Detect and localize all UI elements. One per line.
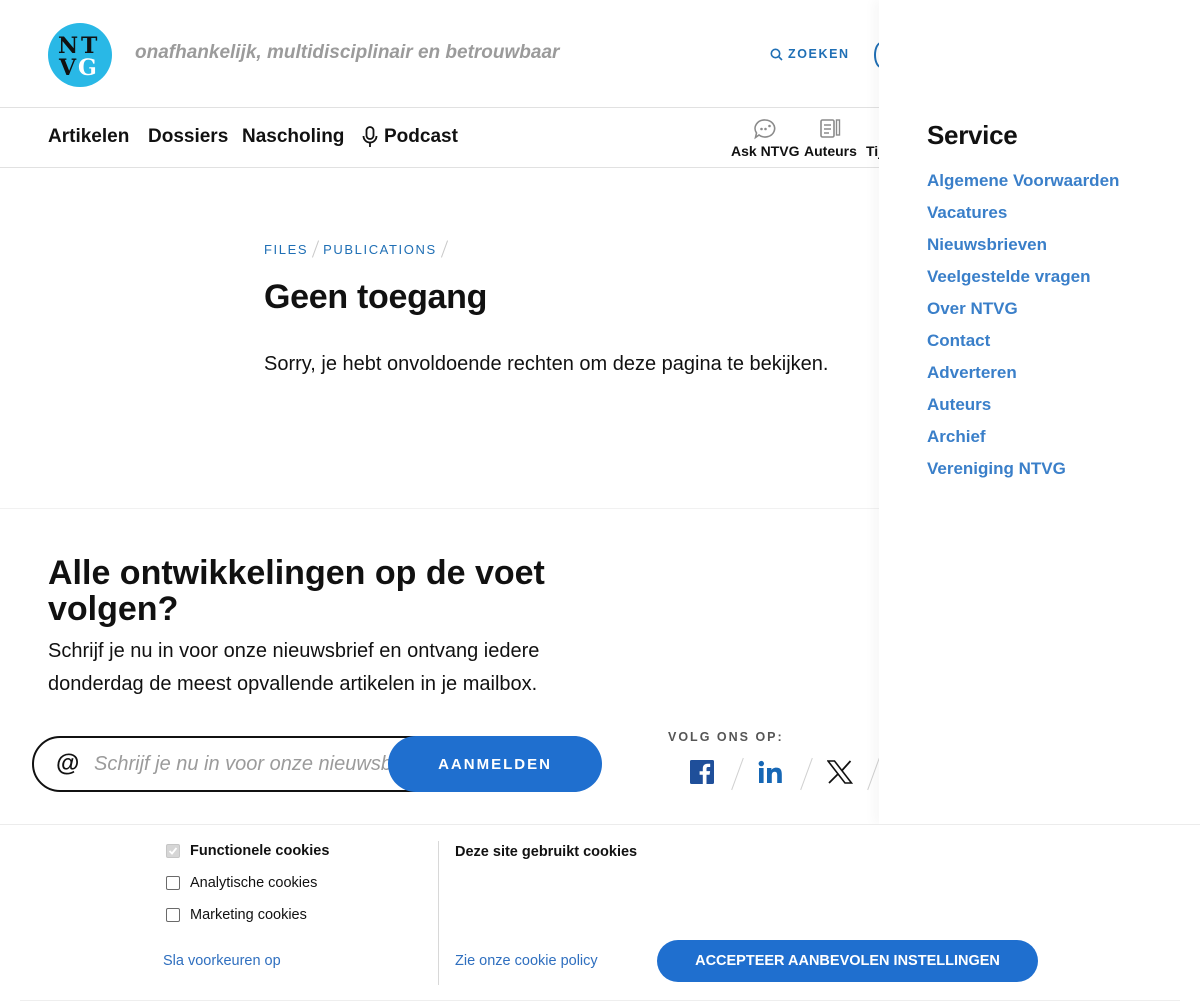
service-title: Service [927,120,1018,150]
service-link-archief[interactable]: Archief [927,427,1119,459]
nav-item-label: Nascholing [242,126,345,147]
social-separator [731,757,744,791]
marketing-cookies-checkbox[interactable] [166,908,180,922]
cookie-option-analytics[interactable]: Analytische cookies [166,875,317,891]
service-link-auteurs[interactable]: Auteurs [927,395,1119,427]
service-link-over-ntvg[interactable]: Over NTVG [927,299,1119,331]
tool-auteurs[interactable]: Auteurs [804,118,857,159]
newsletter-title: Alle ontwikkelingen op de voet volgen? [48,554,545,628]
search-icon [770,48,783,61]
ntvg-logo-mark: N T V G [58,33,98,81]
service-panel: Service Algemene Voorwaarden Vacatures N… [879,0,1200,824]
search-button[interactable]: ZOEKEN [770,47,850,61]
newsletter-email-input[interactable] [94,748,390,780]
cookie-option-label: Marketing cookies [190,907,307,923]
x-icon [827,760,853,784]
svg-text:V: V [58,55,77,81]
service-link-contact[interactable]: Contact [927,331,1119,363]
chat-bubble-icon [754,119,776,140]
ntvg-logo[interactable]: N T V G [48,23,112,87]
nav-item-label: Podcast [384,126,458,147]
service-link-nieuwsbrieven[interactable]: Nieuwsbrieven [927,235,1119,267]
nav-item-label: Dossiers [148,126,229,147]
tool-label: Auteurs [804,143,857,159]
service-link-veelgestelde-vragen[interactable]: Veelgestelde vragen [927,267,1119,299]
service-link-adverteren[interactable]: Adverteren [927,363,1119,395]
newsletter-form: @ AANMELDEN [32,736,602,792]
social-separator [800,757,813,791]
page-content: FILES PUBLICATIONS Geen toegang Sorry, j… [264,240,864,376]
functional-cookies-checkbox[interactable] [166,844,180,858]
breadcrumb-item-files[interactable]: FILES [264,242,308,257]
nav-item-artikelen[interactable]: Artikelen [48,126,129,148]
newsletter-text: Schrijf je nu in voor onze nieuwsbrief e… [48,640,540,695]
newsletter-submit-button[interactable]: AANMELDEN [388,736,602,792]
save-preferences-link[interactable]: Sla voorkeuren op [163,953,281,969]
breadcrumb-item-publications[interactable]: PUBLICATIONS [323,242,437,257]
svg-text:G: G [78,55,97,81]
journal-icon [866,118,879,140]
service-link-algemene-voorwaarden[interactable]: Algemene Voorwaarden [927,171,1119,203]
main-nav: Artikelen Dossiers Nascholing Podcast As… [0,109,879,168]
at-sign-icon: @ [56,750,80,777]
breadcrumb-separator [440,240,448,258]
nav-item-dossiers[interactable]: Dossiers [148,126,228,148]
tool-ask-ntvg[interactable]: Ask NTVG [731,118,799,159]
linkedin-icon [758,760,782,783]
cookie-title: Deze site gebruikt cookies [455,844,638,860]
page-title: Geen toegang [264,278,488,316]
nav-item-podcast[interactable]: Podcast [361,126,458,148]
tool-label: Ask NTVG [731,143,800,159]
nav-item-label: Artikelen [48,126,130,147]
service-links: Algemene Voorwaarden Vacatures Nieuwsbri… [927,171,1119,491]
cookie-option-marketing[interactable]: Marketing cookies [166,907,307,923]
breadcrumb: FILES PUBLICATIONS [264,240,864,258]
cookie-divider [438,841,439,985]
social-separator [867,757,879,791]
cookie-policy-link[interactable]: Zie onze cookie policy [455,953,598,969]
tool-tijdschrift[interactable]: Tij [866,118,879,159]
site-tagline: onafhankelijk, multidisciplinair en betr… [135,42,560,63]
service-link-vacatures[interactable]: Vacatures [927,203,1119,235]
document-pen-icon [820,119,841,138]
breadcrumb-separator [312,240,320,258]
cookie-option-functional[interactable]: Functionele cookies [166,843,329,859]
search-label: ZOEKEN [788,47,850,61]
checkmark-icon [168,847,178,855]
nav-item-nascholing[interactable]: Nascholing [242,126,344,148]
tool-label: Tij [866,143,879,159]
accept-cookies-button[interactable]: ACCEPTEER AANBEVOLEN INSTELLINGEN [657,940,1038,982]
cookie-option-label: Functionele cookies [190,843,330,859]
access-denied-message: Sorry, je hebt onvoldoende rechten om de… [264,353,829,375]
facebook-link[interactable] [687,757,717,787]
facebook-icon [690,760,714,784]
cookie-option-label: Analytische cookies [190,875,318,891]
site-header: N T V G onafhankelijk, multidisciplinair… [0,0,879,108]
newsletter-section: Alle ontwikkelingen op de voet volgen? S… [0,508,879,824]
analytics-cookies-checkbox[interactable] [166,876,180,890]
cookie-consent-bar: Functionele cookies Analytische cookies … [0,824,1200,1001]
linkedin-link[interactable] [756,757,786,787]
follow-us-label: VOLG ONS OP: [668,730,784,744]
service-link-vereniging-ntvg[interactable]: Vereniging NTVG [927,459,1119,491]
microphone-icon [362,126,378,147]
x-link[interactable] [825,757,855,787]
